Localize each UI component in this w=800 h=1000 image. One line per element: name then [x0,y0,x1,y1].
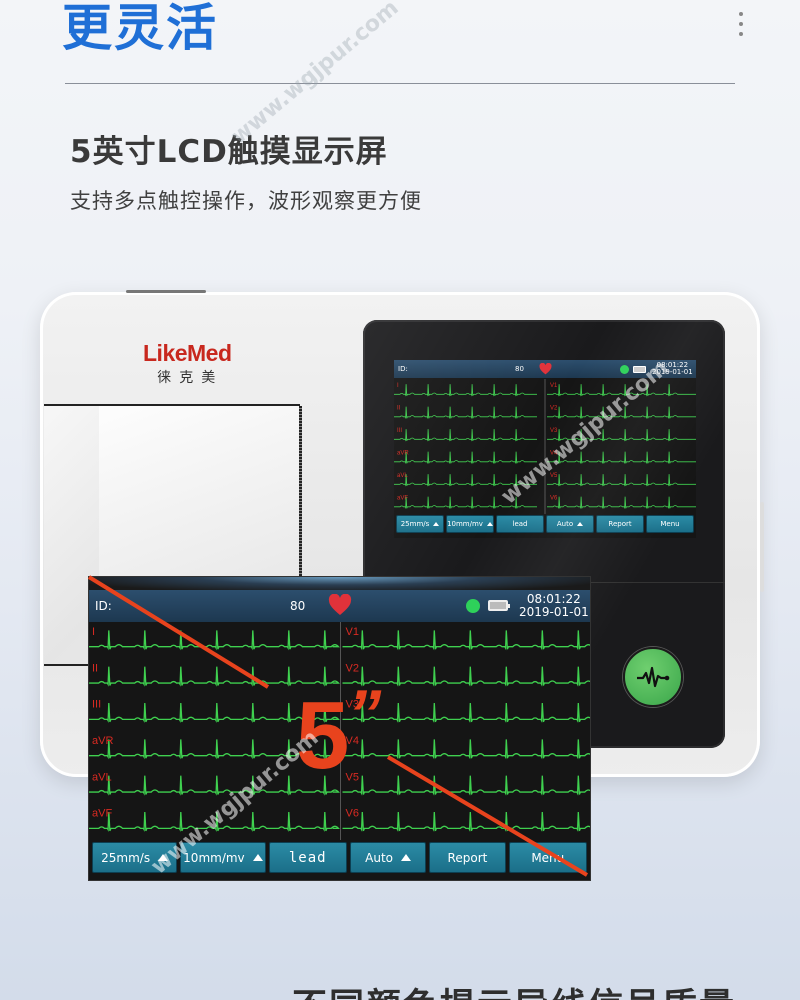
heart-rate-value: 80 [290,599,306,613]
lead-label-avl: aVL [92,771,112,783]
brand-logo: LikeMed 徕克美 [143,340,232,387]
heart-icon [328,593,352,619]
toolbar-button-report[interactable]: Report [429,842,506,873]
feature-title: 5英寸LCD触摸显示屏 [70,134,388,170]
side-button [760,502,764,592]
arrow-up-icon [158,854,169,861]
ecg-trace-v5 [342,775,590,796]
clock: 08:01:22 2019-01-01 [519,593,589,618]
feature-subtitle: 支持多点触控操作，波形观察更方便 [70,189,422,213]
toolbar: 25mm/s 10mm/mv lead Auto Report Menu [89,842,590,873]
signal-status-dot [466,599,480,613]
toolbar-button-lead[interactable]: lead [268,842,347,873]
status-bar: ID: 80 08:01:22 2019-01-01 [89,590,590,622]
lead-label-v2: V2 [346,662,359,674]
arrow-up-icon [401,854,412,861]
ecg-trace-i [89,630,340,651]
clock-date: 2019-01-01 [519,604,589,619]
inch-mark: ” [347,676,381,752]
toolbar-button-25mm-s[interactable]: 25mm/s [92,842,178,873]
ecg-trace-v6 [342,811,590,833]
section-headline: 更灵活 [62,0,218,57]
lead-label-avr: aVR [92,735,113,747]
toolbar-button-label: 10mm/mv [183,850,245,865]
next-section-title: 不同颜色提示导线信号质量 [292,978,736,1000]
clock-time: 08:01:22 [526,592,581,606]
more-vertical-icon[interactable] [737,12,745,42]
patient-id-label: ID: [95,599,112,613]
screen-size-value: 5 [296,682,349,789]
toolbar-button-label: Report [447,850,488,865]
screen-size-label: 5” [296,680,381,784]
lead-label-v6: V6 [346,808,359,820]
toolbar-button-label: lead [288,849,327,866]
battery-icon [488,600,510,611]
ecg-trace-v1 [342,630,590,651]
paper-cutter-edge [299,406,302,576]
toolbar-button-label: Auto [365,850,394,865]
toolbar-button-menu[interactable]: Menu [508,842,587,873]
ecg-trace-v4 [342,739,590,760]
toolbar-button-10mm-mv[interactable]: 10mm/mv [180,842,266,873]
paper-roll [99,406,299,576]
ecg-trace-v3 [342,702,590,724]
toolbar-button-label: Menu [531,850,565,865]
toolbar-button-auto[interactable]: Auto [349,842,427,873]
ecg-trace-v2 [342,666,590,687]
device-top-edge [126,290,206,293]
arrow-up-icon [252,854,263,861]
ecg-trace-avf [89,811,340,833]
header-divider [65,83,735,84]
lead-label-v1: V1 [346,626,359,638]
lead-label-iii: III [92,699,101,711]
lead-label-avf: aVF [92,808,112,820]
lead-label-i: I [92,626,95,638]
screen-glow [89,577,590,591]
toolbar-button-label: 25mm/s [101,850,151,865]
lead-label-ii: II [92,662,98,674]
brand-name-cn: 徕克美 [157,370,224,386]
brand-name-en: LikeMed [143,340,232,366]
